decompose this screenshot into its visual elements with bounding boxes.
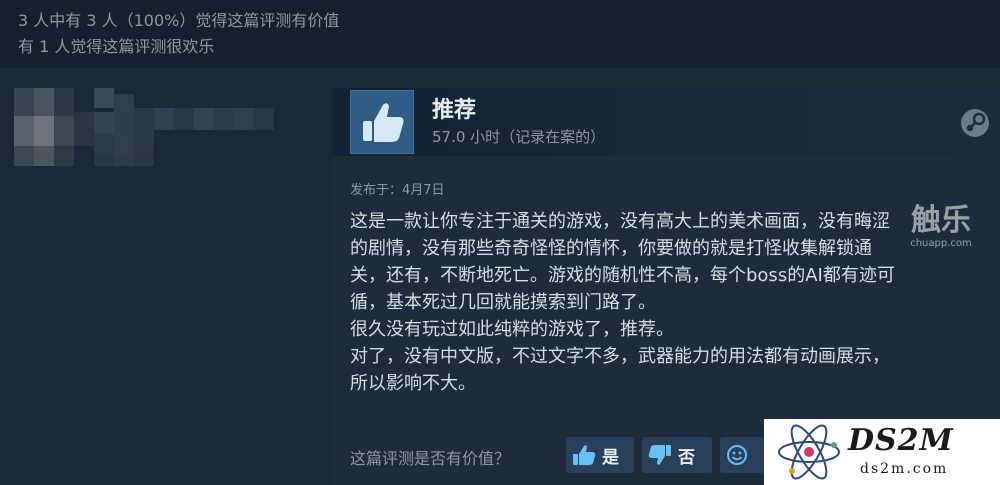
author-avatar-pixelated[interactable]	[14, 88, 274, 168]
helpful-summary: 3 人中有 3 人（100%）觉得这篇评测有价值 有 1 人觉得这篇评测很欢乐	[0, 0, 1000, 68]
review-content: 这是一款让你专注于通关的游戏，没有高大上的美术画面，没有晦涩 的剧情，没有那些奇…	[350, 211, 895, 394]
ds2m-brand: DS2M	[848, 423, 954, 458]
thumbs-down-icon	[648, 445, 671, 465]
funny-count: 有 1 人觉得这篇评测很欢乐	[18, 37, 215, 56]
vote-no-button[interactable]: 否	[642, 437, 712, 473]
hours-played: 57.0 小时（记录在案的）	[432, 128, 606, 146]
watermark-url: chuapp.com	[910, 238, 972, 249]
recommendation-title: 推荐	[432, 98, 477, 123]
recommendation-header[interactable]: 推荐 57.0 小时（记录在案的）	[332, 88, 1000, 156]
chuapp-watermark: 触乐 chuapp.com	[900, 204, 982, 264]
ds2m-domain: ds2m.com	[860, 461, 949, 477]
smiley-icon	[727, 445, 747, 465]
atom-logo-icon	[778, 424, 840, 480]
ds2m-watermark: DS2M ds2m.com	[764, 419, 1000, 485]
posted-date: 发布于：4月7日	[350, 183, 445, 198]
vote-funny-button[interactable]	[720, 437, 764, 473]
helpful-count: 3 人中有 3 人（100%）觉得这篇评测有价值	[18, 11, 340, 30]
vote-no-label: 否	[678, 447, 695, 468]
vote-yes-button[interactable]: 是	[566, 437, 634, 473]
vote-yes-label: 是	[602, 447, 619, 468]
watermark-text: 触乐	[911, 203, 971, 238]
helpful-question: 这篇评测是否有价值？	[350, 449, 511, 468]
steam-icon[interactable]	[960, 108, 990, 138]
thumbs-up-icon	[573, 445, 596, 465]
thumbs-up-icon	[350, 90, 414, 154]
